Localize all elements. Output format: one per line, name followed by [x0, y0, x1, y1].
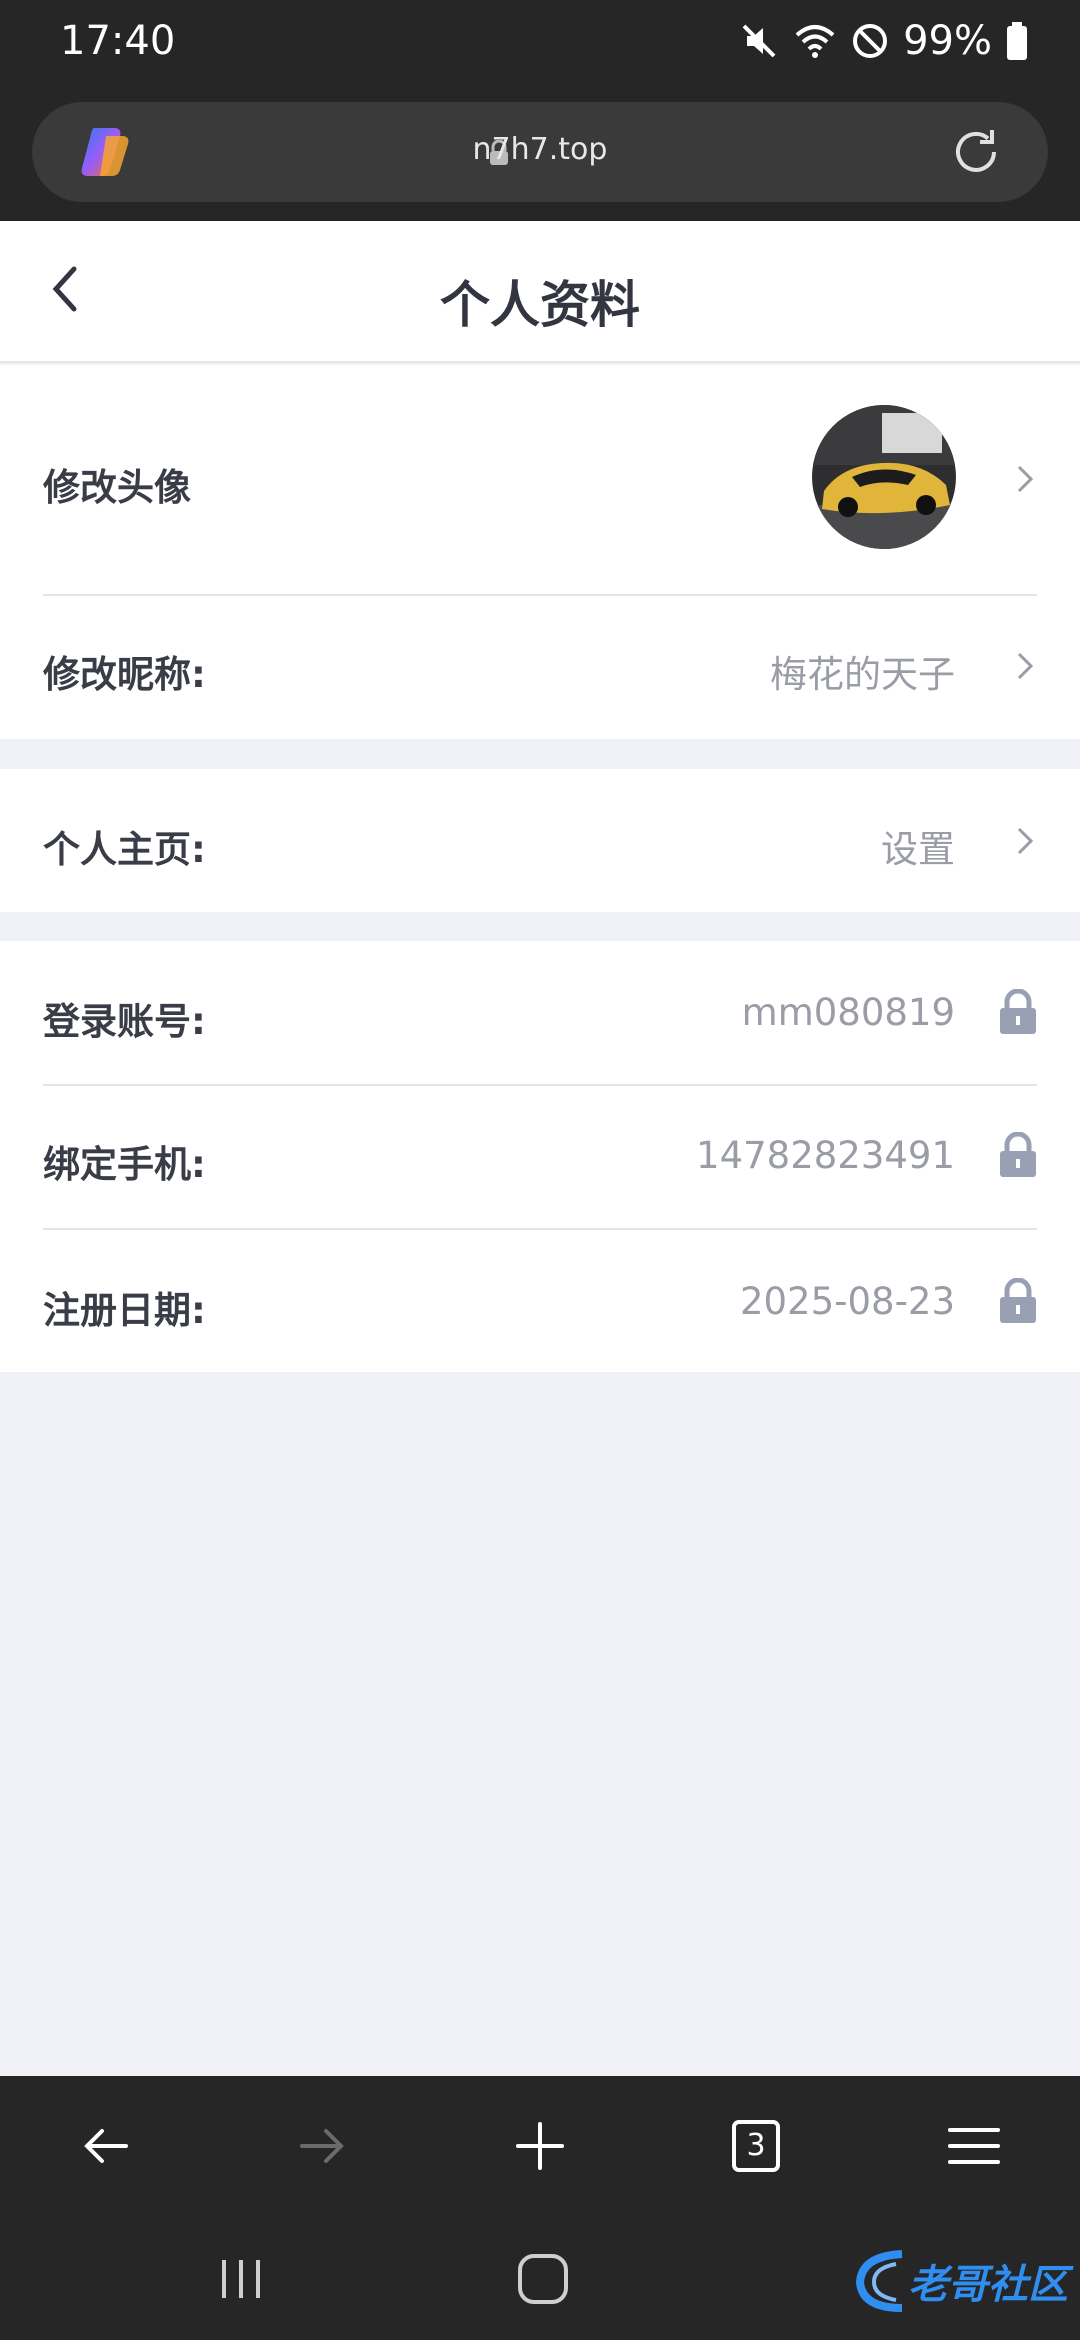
reload-icon[interactable]: [948, 124, 1004, 180]
watermark-text: 老哥社区: [908, 2262, 1068, 2308]
nickname-label: 修改昵称:: [43, 653, 206, 696]
phone-value: 14782823491: [696, 1134, 955, 1177]
nickname-row[interactable]: 修改昵称: 梅花的天子: [0, 596, 1080, 739]
browser-toolbar-bottom: 3: [0, 2076, 1080, 2216]
page-content: 个人资料 修改头像 修改昵称: 梅花的天子 个人主页: 设置 登录账号: mm0…: [0, 221, 1080, 2076]
recent-apps-icon[interactable]: [216, 2256, 266, 2302]
chevron-right-icon: [1017, 652, 1034, 680]
back-icon[interactable]: [76, 2116, 136, 2176]
tabs-button[interactable]: 3: [726, 2116, 786, 2176]
watermark: 老哥社区: [852, 2236, 1068, 2326]
system-nav-bar: 老哥社区: [0, 2216, 1080, 2340]
register-date-row: 注册日期: 2025-08-23: [0, 1230, 1080, 1372]
account-label: 登录账号:: [43, 1000, 206, 1043]
mute-icon: [742, 24, 776, 58]
register-date-value: 2025-08-23: [739, 1280, 955, 1323]
forward-icon[interactable]: [292, 2116, 352, 2176]
avatar[interactable]: [812, 405, 956, 549]
profile-basic-section: 修改头像 修改昵称: 梅花的天子: [0, 365, 1080, 739]
homepage-label: 个人主页:: [43, 828, 206, 871]
tab-count: 3: [746, 2128, 766, 2163]
battery-level: 99%: [903, 18, 992, 64]
avatar-label: 修改头像: [43, 466, 191, 509]
lock-icon: [1000, 1278, 1036, 1323]
lock-icon: [1000, 989, 1036, 1034]
account-value: mm080819: [741, 991, 955, 1034]
nickname-value: 梅花的天子: [770, 653, 955, 696]
home-icon[interactable]: [516, 2252, 570, 2306]
status-time: 17:40: [60, 18, 176, 64]
page-title: 个人资料: [440, 276, 640, 334]
status-icons: 99%: [739, 16, 1028, 66]
homepage-value: 设置: [881, 828, 955, 871]
page-header: 个人资料: [0, 221, 1080, 363]
status-bar: 17:40 99%: [0, 0, 1080, 84]
homepage-section: 个人主页: 设置: [0, 769, 1080, 912]
wifi-icon: [795, 25, 835, 58]
browser-toolbar-top: n7h7.top: [0, 84, 1080, 221]
battery-icon: [1007, 22, 1027, 60]
new-tab-icon[interactable]: [510, 2116, 570, 2176]
chevron-right-icon: [1017, 827, 1034, 855]
avatar-row[interactable]: 修改头像: [0, 365, 1080, 594]
avatar-image: [812, 405, 956, 549]
do-not-disturb-icon: [853, 24, 888, 58]
account-info-section: 登录账号: mm080819 绑定手机: 14782823491 注册日期: 2…: [0, 941, 1080, 1372]
homepage-row[interactable]: 个人主页: 设置: [0, 769, 1080, 912]
menu-icon[interactable]: [944, 2116, 1004, 2176]
account-row: 登录账号: mm080819: [0, 941, 1080, 1084]
lock-icon: [1000, 1132, 1036, 1177]
phone-label: 绑定手机:: [43, 1143, 206, 1186]
register-date-label: 注册日期:: [43, 1289, 206, 1332]
url-text: n7h7.top: [472, 132, 608, 167]
dragon-logo-icon: [855, 2250, 903, 2312]
address-bar[interactable]: n7h7.top: [32, 102, 1048, 202]
chevron-right-icon: [1017, 465, 1034, 493]
phone-row: 绑定手机: 14782823491: [0, 1086, 1080, 1228]
